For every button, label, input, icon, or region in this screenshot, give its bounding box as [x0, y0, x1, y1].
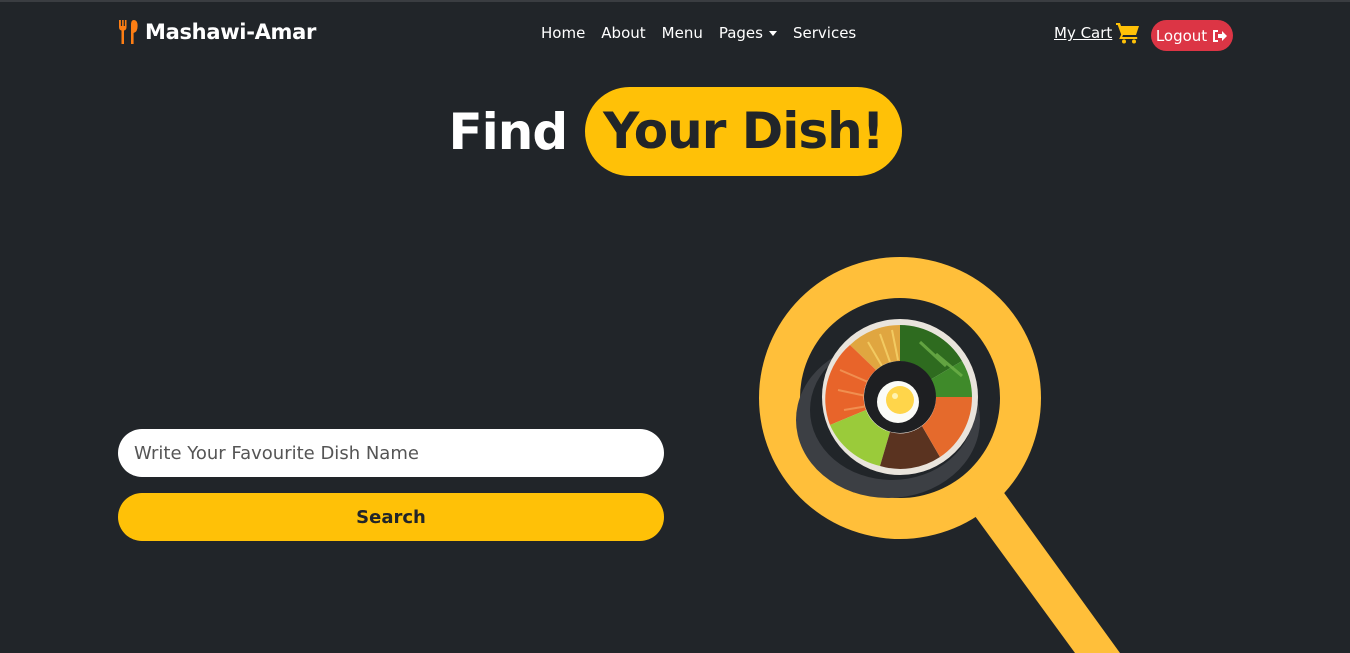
hero-title: Find Your Dish!: [0, 87, 1350, 176]
nav-pages-label: Pages: [718, 24, 763, 42]
hero-title-highlight: Your Dish!: [585, 87, 902, 176]
navbar: Mashawi-Amar Home About Menu Pages Servi…: [0, 2, 1350, 64]
nav-services[interactable]: Services: [785, 24, 864, 42]
nav-pages-dropdown[interactable]: Pages: [711, 24, 785, 42]
nav-about[interactable]: About: [593, 24, 653, 42]
dish-search-input[interactable]: [118, 429, 664, 477]
utensils-icon: [119, 20, 138, 44]
my-cart-link[interactable]: My Cart: [1054, 22, 1140, 44]
search-button[interactable]: Search: [118, 493, 664, 541]
logout-label: Logout: [1155, 26, 1208, 45]
cart-label: My Cart: [1054, 24, 1113, 42]
nav-home[interactable]: Home: [533, 24, 593, 42]
sign-out-icon: [1213, 29, 1228, 42]
logout-button[interactable]: Logout: [1151, 20, 1233, 51]
magnifier-dish-illustration: [759, 257, 1120, 653]
brand-name: Mashawi-Amar: [145, 20, 317, 44]
cart-icon: [1116, 23, 1140, 44]
nav-menu[interactable]: Menu: [654, 24, 711, 42]
nav-links: Home About Menu Pages Services: [533, 24, 864, 42]
hero-title-plain: Find: [448, 102, 568, 161]
caret-down-icon: [768, 31, 777, 36]
brand[interactable]: Mashawi-Amar: [117, 19, 316, 45]
